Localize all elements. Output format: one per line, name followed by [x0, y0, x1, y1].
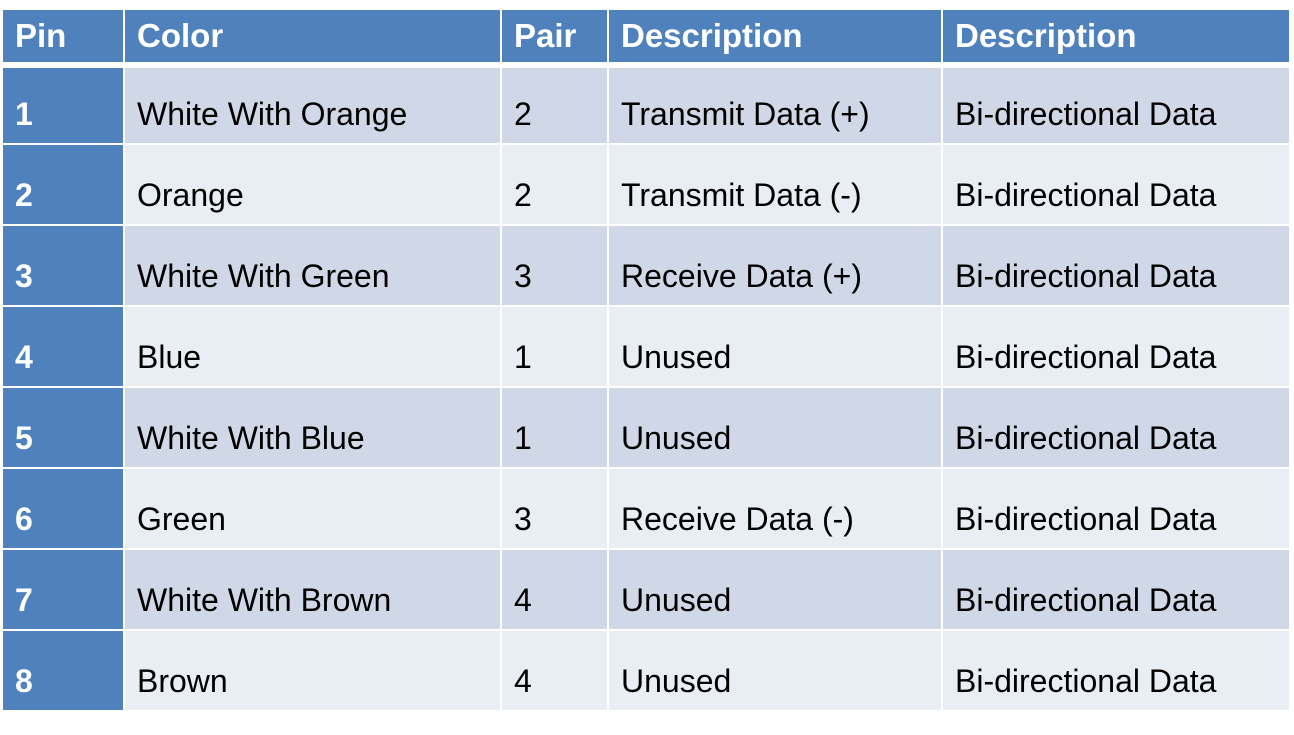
cell-pin: 1 — [3, 68, 123, 143]
cell-description: Unused — [609, 550, 941, 629]
cell-pair: 3 — [502, 469, 607, 548]
cell-description-2: Bi-directional Data — [943, 388, 1289, 467]
cell-description: Receive Data (+) — [609, 226, 941, 305]
cell-description-2: Bi-directional Data — [943, 631, 1289, 710]
cell-pair: 1 — [502, 307, 607, 386]
cell-color: Green — [125, 469, 500, 548]
cell-pin: 6 — [3, 469, 123, 548]
cell-color: Brown — [125, 631, 500, 710]
cell-description: Transmit Data (-) — [609, 145, 941, 224]
header-pair: Pair — [502, 10, 607, 62]
cell-pin: 2 — [3, 145, 123, 224]
cell-color: Orange — [125, 145, 500, 224]
header-color: Color — [125, 10, 500, 62]
header-description-2: Description — [943, 10, 1289, 62]
cell-description-2: Bi-directional Data — [943, 145, 1289, 224]
cell-description: Receive Data (-) — [609, 469, 941, 548]
cell-color: White With Brown — [125, 550, 500, 629]
cell-pin: 7 — [3, 550, 123, 629]
cell-description: Unused — [609, 388, 941, 467]
cell-description-2: Bi-directional Data — [943, 68, 1289, 143]
pinout-table: Pin Color Pair Description Description 1 White… — [3, 10, 1289, 710]
cell-pin: 5 — [3, 388, 123, 467]
cell-color: White With Green — [125, 226, 500, 305]
cell-pair: 2 — [502, 145, 607, 224]
header-description: Description — [609, 10, 941, 62]
cell-pin: 4 — [3, 307, 123, 386]
cell-description-2: Bi-directional Data — [943, 469, 1289, 548]
cell-color: Blue — [125, 307, 500, 386]
cell-pair: 1 — [502, 388, 607, 467]
cell-pin: 3 — [3, 226, 123, 305]
cell-color: White With Orange — [125, 68, 500, 143]
cell-description-2: Bi-directional Data — [943, 226, 1289, 305]
cell-pair: 4 — [502, 550, 607, 629]
cell-description: Transmit Data (+) — [609, 68, 941, 143]
cell-pin: 8 — [3, 631, 123, 710]
cell-pair: 3 — [502, 226, 607, 305]
cell-pair: 2 — [502, 68, 607, 143]
cell-description: Unused — [609, 307, 941, 386]
cell-color: White With Blue — [125, 388, 500, 467]
cell-pair: 4 — [502, 631, 607, 710]
cell-description-2: Bi-directional Data — [943, 307, 1289, 386]
cell-description-2: Bi-directional Data — [943, 550, 1289, 629]
cell-description: Unused — [609, 631, 941, 710]
header-pin: Pin — [3, 10, 123, 62]
